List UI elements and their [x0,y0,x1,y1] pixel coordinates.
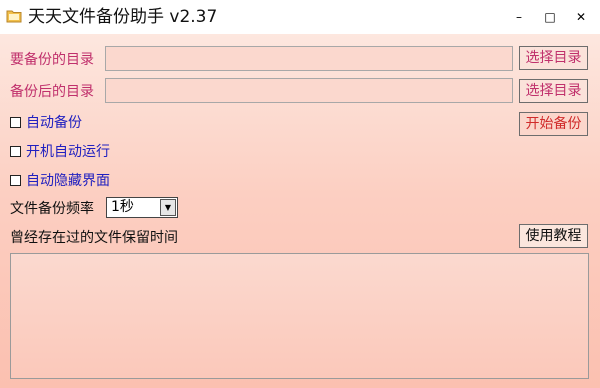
frequency-select[interactable]: 1秒 ▼ [106,197,178,218]
autostart-label[interactable]: 开机自动运行 [26,143,110,161]
minimize-icon: – [516,10,522,24]
maximize-icon: □ [544,10,556,24]
window-title: 天天文件备份助手 v2.37 [28,7,218,27]
dest-dir-label: 备份后的目录 [10,84,94,100]
main-panel: 要备份的目录 选择目录 备份后的目录 选择目录 自动备份 开始备份 开机自动运行… [0,34,600,388]
autostart-checkbox[interactable] [10,146,21,157]
tutorial-button[interactable]: 使用教程 [519,224,588,248]
auto-hide-label[interactable]: 自动隐藏界面 [26,172,110,190]
source-dir-label: 要备份的目录 [10,52,94,68]
dropdown-arrow-icon[interactable]: ▼ [160,199,176,216]
select-source-dir-button[interactable]: 选择目录 [519,46,588,70]
auto-backup-checkbox[interactable] [10,117,21,128]
close-button[interactable]: ✕ [566,2,596,32]
select-dest-dir-button[interactable]: 选择目录 [519,79,588,103]
source-dir-input[interactable] [105,46,513,71]
close-icon: ✕ [575,10,587,24]
retention-list-box[interactable] [10,253,589,379]
frequency-label: 文件备份频率 [10,201,94,217]
minimize-button[interactable]: – [504,2,534,32]
auto-backup-label[interactable]: 自动备份 [26,114,82,132]
app-window: 天天文件备份助手 v2.37 – □ ✕ 要备份的目录 选择目录 备份后的目录 … [0,0,600,388]
maximize-button[interactable]: □ [535,2,565,32]
auto-hide-checkbox[interactable] [10,175,21,186]
retention-label: 曾经存在过的文件保留时间 [10,230,178,246]
frequency-value: 1秒 [111,199,134,215]
start-backup-button[interactable]: 开始备份 [519,112,588,136]
folder-icon [6,10,22,23]
title-bar: 天天文件备份助手 v2.37 – □ ✕ [0,0,600,34]
dest-dir-input[interactable] [105,78,513,103]
